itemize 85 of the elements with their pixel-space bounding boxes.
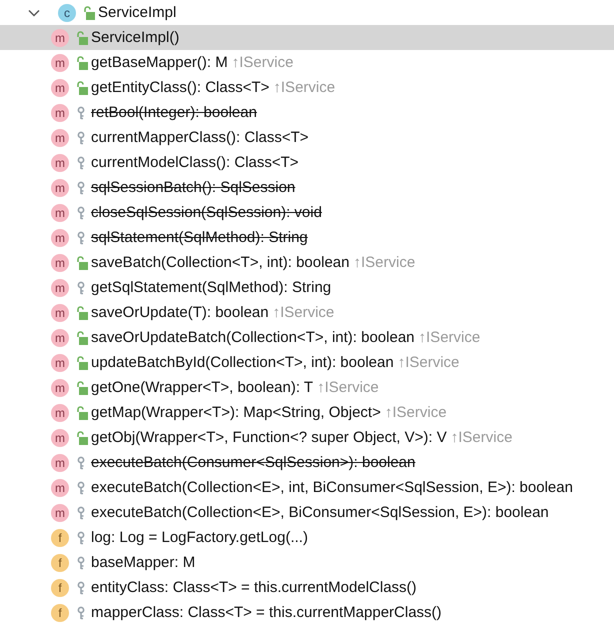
member-signature: baseMapper: M	[91, 554, 196, 571]
chevron-icon[interactable]	[28, 8, 40, 16]
member-signature: getSqlStatement(SqlMethod): String	[91, 279, 332, 296]
field-icon: f	[51, 528, 69, 546]
inherited-from-label: ↑IService	[450, 429, 512, 446]
tree-item[interactable]: m executeBatch(Collection<E>, int, BiConsumer<SqlSession, E>): boolean	[0, 475, 614, 500]
method-icon: m	[51, 104, 69, 122]
member-signature: getEntityClass(): Class<T>	[91, 79, 270, 96]
inherited-from-label: ↑IService	[418, 329, 480, 346]
method-icon: m	[51, 378, 69, 396]
member-signature: retBool(Integer): boolean	[91, 104, 257, 121]
member-signature: currentMapperClass(): Class<T>	[91, 129, 309, 146]
tree-item[interactable]: m getMap(Wrapper<T>): Map<String, Object> ↑IService	[0, 400, 614, 425]
method-icon: m	[51, 404, 69, 422]
tree-item[interactable]: c ServiceImpl	[0, 0, 614, 25]
member-signature: getObj(Wrapper<T>, Function<? super Object, V>): V	[91, 429, 447, 446]
member-signature: saveOrUpdate(T): boolean	[91, 304, 269, 321]
tree-item[interactable]: m updateBatchById(Collection<T>, int): boolean ↑IService	[0, 350, 614, 375]
tree-item[interactable]: f baseMapper: M	[0, 550, 614, 575]
member-signature: log: Log = LogFactory.getLog(...)	[91, 529, 308, 546]
method-icon: m	[51, 454, 69, 472]
member-signature: saveBatch(Collection<T>, int): boolean	[91, 254, 350, 271]
member-signature: executeBatch(Collection<E>, BiConsumer<SqlSession, E>): boolean	[91, 504, 549, 521]
method-icon: m	[51, 254, 69, 272]
method-icon: m	[51, 504, 69, 522]
member-signature: sqlStatement(SqlMethod): String	[91, 229, 308, 246]
tree-item[interactable]: m sqlStatement(SqlMethod): String	[0, 225, 614, 250]
member-signature: getBaseMapper(): M	[91, 54, 228, 71]
method-icon: m	[51, 128, 69, 146]
tree-item[interactable]: m getOne(Wrapper<T>, boolean): T ↑IService	[0, 375, 614, 400]
inherited-from-label: ↑IService	[353, 254, 416, 271]
member-signature: getMap(Wrapper<T>): Map<String, Object>	[91, 404, 381, 421]
method-icon: m	[51, 78, 69, 96]
method-icon: m	[51, 154, 69, 172]
method-icon: m	[51, 478, 69, 496]
tree-item[interactable]: m executeBatch(Consumer<SqlSession>): boolean	[0, 450, 614, 475]
member-signature: saveOrUpdateBatch(Collection<T>, int): boolean	[91, 329, 415, 346]
member-signature: entityClass: Class<T> = this.currentModelClass()	[91, 579, 417, 596]
tree-item[interactable]: m sqlSessionBatch(): SqlSession	[0, 175, 614, 200]
member-signature: ServiceImpl	[98, 4, 176, 21]
method-icon: m	[51, 428, 69, 446]
inherited-from-label: ↑IService	[273, 79, 336, 96]
member-signature: getOne(Wrapper<T>, boolean): T	[91, 379, 314, 396]
member-signature: executeBatch(Collection<E>, int, BiConsumer<SqlSession, E>): boolean	[91, 479, 573, 496]
class-icon: c	[58, 4, 76, 22]
member-signature: mapperClass: Class<T> = this.currentMapperClass()	[91, 604, 442, 621]
member-signature: sqlSessionBatch(): SqlSession	[91, 179, 296, 196]
inherited-from-label: ↑IService	[317, 379, 379, 396]
inherited-from-label: ↑IService	[232, 54, 294, 71]
method-icon: m	[51, 28, 69, 46]
field-icon: f	[51, 578, 69, 596]
member-signature: currentModelClass(): Class<T>	[91, 154, 299, 171]
tree-item[interactable]: f log: Log = LogFactory.getLog(...)	[0, 525, 614, 550]
inherited-from-label: ↑IService	[384, 404, 447, 421]
inherited-from-label: ↑IService	[398, 354, 460, 371]
tree-item[interactable]: m saveOrUpdate(T): boolean ↑IService	[0, 300, 614, 325]
tree-item[interactable]: m getBaseMapper(): M ↑IService	[0, 50, 614, 75]
method-icon: m	[51, 178, 69, 196]
tree-item[interactable]: m retBool(Integer): boolean	[0, 100, 614, 125]
method-icon: m	[51, 354, 69, 372]
inherited-from-label: ↑IService	[272, 304, 334, 321]
method-icon: m	[51, 54, 69, 72]
tree-item[interactable]: m getObj(Wrapper<T>, Function<? super Object, V>): V ↑IService	[0, 425, 614, 450]
tree-item[interactable]: m getSqlStatement(SqlMethod): String	[0, 275, 614, 300]
tree-item[interactable]: m getEntityClass(): Class<T> ↑IService	[0, 75, 614, 100]
method-icon: m	[51, 278, 69, 296]
method-icon: m	[51, 304, 69, 322]
tree-item[interactable]: m ServiceImpl()	[0, 25, 614, 50]
field-icon: f	[51, 554, 69, 572]
method-icon: m	[51, 228, 69, 246]
member-signature: updateBatchById(Collection<T>, int): boolean	[91, 354, 394, 371]
tree-item[interactable]: m currentMapperClass(): Class<T>	[0, 125, 614, 150]
tree-item[interactable]: f mapperClass: Class<T> = this.currentMapperClass()	[0, 600, 614, 625]
method-icon: m	[51, 328, 69, 346]
method-icon: m	[51, 204, 69, 222]
member-signature: executeBatch(Consumer<SqlSession>): boolean	[91, 454, 416, 471]
tree-item[interactable]: m executeBatch(Collection<E>, BiConsumer<SqlSession, E>): boolean	[0, 500, 614, 525]
tree-item[interactable]: m closeSqlSession(SqlSession): void	[0, 200, 614, 225]
tree-item[interactable]: m saveBatch(Collection<T>, int): boolean ↑IService	[0, 250, 614, 275]
member-signature: ServiceImpl()	[91, 29, 180, 46]
member-signature: closeSqlSession(SqlSession): void	[91, 204, 322, 221]
tree-item[interactable]: m currentModelClass(): Class<T>	[0, 150, 614, 175]
tree-item[interactable]: m saveOrUpdateBatch(Collection<T>, int): boolean ↑IService	[0, 325, 614, 350]
field-icon: f	[51, 604, 69, 622]
tree-item[interactable]: f entityClass: Class<T> = this.currentModelClass()	[0, 575, 614, 600]
